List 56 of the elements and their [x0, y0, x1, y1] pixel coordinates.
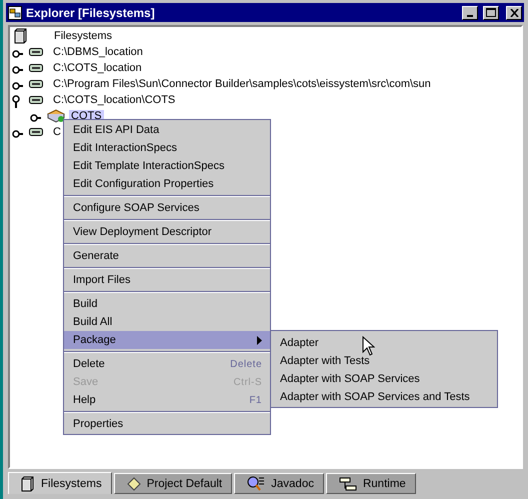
filesystems-icon — [21, 476, 35, 492]
menu-item[interactable]: Edit EIS API Data — [64, 121, 270, 139]
menu-item[interactable]: Import Files — [64, 271, 270, 289]
menu-item[interactable]: Adapter — [271, 334, 497, 352]
minimize-icon — [467, 14, 473, 16]
tab[interactable]: Runtime — [326, 473, 416, 494]
network-icon — [338, 476, 357, 490]
tree-item[interactable]: Filesystems — [52, 30, 114, 42]
tree-item[interactable]: C:\COTS_location — [51, 62, 144, 74]
magnifier-icon — [247, 476, 266, 492]
tree-item[interactable]: C:\COTS_location\COTS — [51, 94, 178, 106]
tab[interactable]: Filesystems — [8, 472, 112, 494]
collapsed-handle[interactable] — [12, 66, 24, 74]
collapsed-handle[interactable] — [12, 50, 24, 58]
close-button[interactable] — [506, 6, 522, 20]
menu-item[interactable]: View Deployment Descriptor — [64, 223, 270, 241]
maximize-icon — [486, 8, 496, 17]
menu-item[interactable]: Build — [64, 295, 270, 313]
maximize-button[interactable] — [483, 6, 499, 20]
tab[interactable]: Project Default — [114, 473, 232, 494]
menu-item[interactable]: Edit Template InteractionSpecs — [64, 157, 270, 175]
menu-item[interactable]: Help F1 — [64, 391, 270, 409]
tree-item[interactable]: C:\DBMS_location — [51, 46, 145, 58]
menu-item[interactable]: Properties — [64, 415, 270, 433]
menu-item[interactable]: Adapter with SOAP Services — [271, 370, 497, 388]
menu-item[interactable]: Package — [64, 331, 270, 349]
drive-icon — [29, 64, 43, 72]
menu-item[interactable]: Adapter with SOAP Services and Tests — [271, 388, 497, 406]
package-icon — [47, 109, 65, 123]
filesystems-icon — [14, 28, 28, 44]
drive-icon — [29, 80, 43, 88]
window-icon — [8, 6, 22, 20]
close-icon — [510, 8, 518, 16]
tree-item[interactable]: C — [51, 126, 63, 138]
menu-item[interactable]: Delete Delete — [64, 355, 270, 373]
submenu-arrow-icon — [257, 336, 262, 344]
shortcut-label: Delete — [230, 358, 262, 370]
cursor-icon — [362, 336, 375, 356]
menu-item[interactable]: Edit Configuration Properties — [64, 175, 270, 193]
window-title: Explorer [Filesystems] — [26, 6, 156, 20]
tree-item[interactable]: C:\Program Files\Sun\Connector Builder\samples\cots\eissystem\src\com\sun — [51, 78, 433, 90]
collapsed-handle[interactable] — [30, 114, 42, 122]
diamond-icon — [126, 476, 141, 490]
minimize-button[interactable] — [462, 6, 478, 20]
collapsed-handle[interactable] — [12, 130, 24, 138]
drive-icon — [29, 128, 43, 136]
menu-item[interactable]: Generate — [64, 247, 270, 265]
menu-item[interactable]: Configure SOAP Services — [64, 199, 270, 217]
shortcut-label: F1 — [249, 394, 262, 406]
drive-icon — [29, 48, 43, 56]
collapsed-handle[interactable] — [12, 82, 24, 90]
menu-item[interactable]: Edit InteractionSpecs — [64, 139, 270, 157]
menu-item[interactable]: Adapter with Tests — [271, 352, 497, 370]
drive-icon — [29, 96, 43, 104]
tab[interactable]: Javadoc — [234, 473, 324, 494]
menu-item[interactable]: Build All — [64, 313, 270, 331]
